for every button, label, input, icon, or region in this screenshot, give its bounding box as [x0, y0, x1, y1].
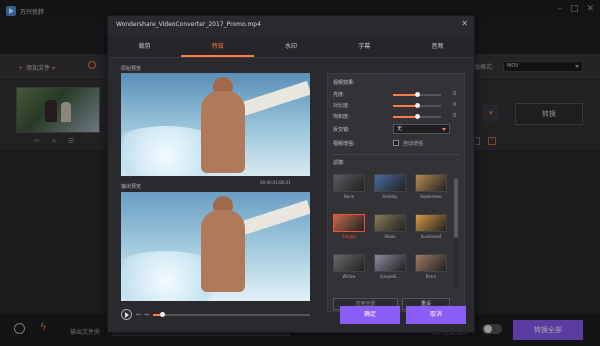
chevron-down-icon — [442, 128, 446, 131]
filter-name: Willow — [342, 274, 356, 279]
deinterlace-value: 无 — [397, 126, 403, 132]
output-preview — [121, 192, 310, 301]
filter-thumbnail — [333, 254, 365, 272]
filter-name: Holiday — [382, 194, 398, 199]
tab-audio[interactable]: 音频 — [401, 36, 474, 57]
seek-bar[interactable] — [153, 311, 310, 317]
effects-dialog: Wondershare_VideoConverter_2017_Promo.mp… — [107, 15, 475, 333]
filter-thumbnail — [374, 254, 406, 272]
brightness-label: 亮度: — [333, 92, 345, 98]
filter-thumbnail — [415, 254, 447, 272]
effects-panel: 视频效果: 亮度: 0 对比度: 0 饱和度: 0 反交错: 无 视频增强: 自… — [327, 73, 465, 312]
filter-thumbnail — [374, 214, 406, 232]
filter-none[interactable]: None — [333, 174, 365, 201]
filter-thumbnail — [415, 214, 447, 232]
saturation-label: 饱和度: — [333, 114, 350, 120]
filter-name: Sunkissed — [420, 234, 442, 239]
original-preview — [121, 73, 310, 176]
video-effects-title: 视频效果: — [333, 80, 355, 86]
filter-september[interactable]: September — [415, 174, 447, 201]
contrast-slider-row: 对比度: 0 — [333, 102, 459, 110]
close-icon[interactable]: ✕ — [461, 19, 468, 28]
next-icon[interactable]: ⏭ — [145, 312, 150, 318]
dialog-tabs: 裁剪 特效 水印 字幕 音频 — [108, 36, 474, 58]
deinterlace-select[interactable]: 无 — [393, 124, 450, 134]
deinterlace-label: 反交错: — [333, 127, 350, 133]
filter-name: Simple — [342, 234, 356, 239]
cancel-button[interactable]: 取消 — [406, 306, 466, 324]
timecode: 00:00:01/00:21 — [260, 180, 291, 185]
divider — [333, 154, 459, 155]
ok-button[interactable]: 确定 — [340, 306, 400, 324]
play-icon[interactable] — [121, 309, 132, 320]
enhance-label: 视频增强: — [333, 141, 355, 147]
contrast-slider[interactable] — [393, 103, 441, 108]
tab-watermark[interactable]: 水印 — [254, 36, 327, 57]
brightness-slider-row: 亮度: 0 — [333, 91, 459, 99]
filter-sunkissed[interactable]: Sunkissed — [415, 214, 447, 241]
filters-title: 滤镜: — [333, 160, 345, 166]
original-preview-label: 原始预览 — [121, 66, 142, 72]
filter-thumbnail — [333, 214, 365, 232]
tab-crop[interactable]: 裁剪 — [108, 36, 181, 57]
filter-willow[interactable]: Willow — [333, 254, 365, 281]
brightness-value: 0 — [453, 91, 457, 97]
filter-simplee[interactable]: SimpleE... — [374, 254, 406, 281]
saturation-slider-row: 饱和度: 0 — [333, 113, 459, 121]
contrast-label: 对比度: — [333, 103, 350, 109]
auto-enhance-label: 自动增强 — [403, 141, 424, 147]
player-controls: ⏮ ⏭ — [121, 307, 310, 322]
filter-holiday[interactable]: Holiday — [374, 174, 406, 201]
filter-name: Aibao — [384, 234, 396, 239]
tab-effects[interactable]: 特效 — [181, 36, 255, 57]
filter-retro[interactable]: Retro — [415, 254, 447, 281]
filter-simple[interactable]: Simple — [333, 214, 365, 241]
filter-name: None — [343, 194, 355, 199]
filter-scrollbar[interactable] — [454, 178, 458, 288]
auto-enhance-checkbox[interactable] — [393, 140, 399, 146]
filter-aibao[interactable]: Aibao — [374, 214, 406, 241]
dialog-title: Wondershare_VideoConverter_2017_Promo.mp… — [116, 21, 261, 28]
filter-grid: None Holiday September Simple Aibao Sunkissed… — [333, 174, 453, 292]
output-preview-label: 输出预览 — [121, 184, 142, 190]
filter-thumbnail — [374, 174, 406, 192]
filter-name: September — [419, 194, 443, 199]
filter-thumbnail — [415, 174, 447, 192]
filter-name: Retro — [425, 274, 437, 279]
brightness-slider[interactable] — [393, 92, 441, 97]
filter-thumbnail — [333, 174, 365, 192]
saturation-value: 0 — [453, 113, 457, 119]
contrast-value: 0 — [453, 102, 457, 108]
filter-name: SimpleE... — [380, 274, 400, 279]
saturation-slider[interactable] — [393, 114, 441, 119]
tab-subtitle[interactable]: 字幕 — [328, 36, 401, 57]
previous-icon[interactable]: ⏮ — [136, 312, 141, 318]
